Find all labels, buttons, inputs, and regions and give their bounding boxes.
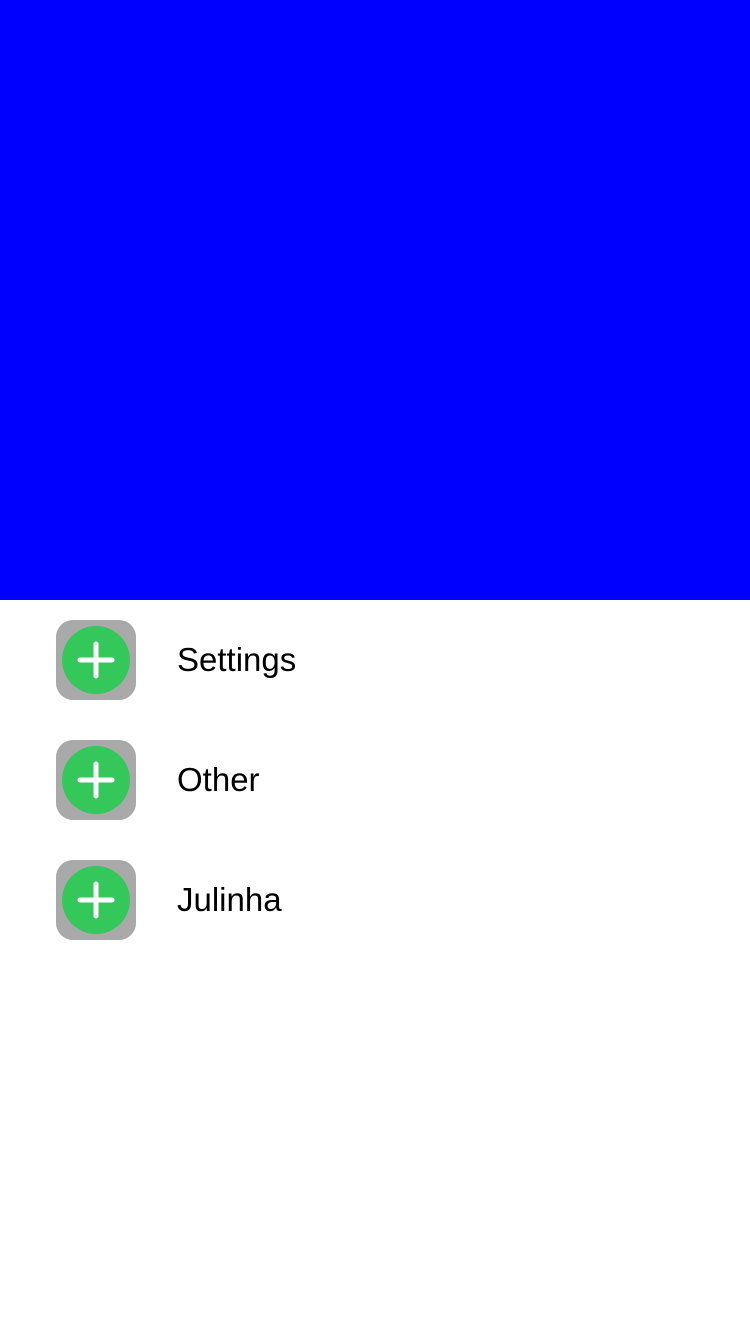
icon-tile xyxy=(56,740,136,820)
menu-item-label: Other xyxy=(177,761,260,798)
plus-circle-icon xyxy=(62,866,130,934)
icon-tile xyxy=(56,620,136,700)
menu-item-other[interactable]: Other xyxy=(0,720,750,840)
plus-circle-icon xyxy=(62,746,130,814)
menu-list: Settings Other Julinha xyxy=(0,600,750,960)
icon-tile xyxy=(56,860,136,940)
menu-item-settings[interactable]: Settings xyxy=(0,600,750,720)
menu-item-julinha[interactable]: Julinha xyxy=(0,840,750,960)
menu-item-label: Settings xyxy=(177,641,297,678)
header-panel xyxy=(0,0,750,600)
menu-item-label: Julinha xyxy=(177,881,282,918)
plus-circle-icon xyxy=(62,626,130,694)
